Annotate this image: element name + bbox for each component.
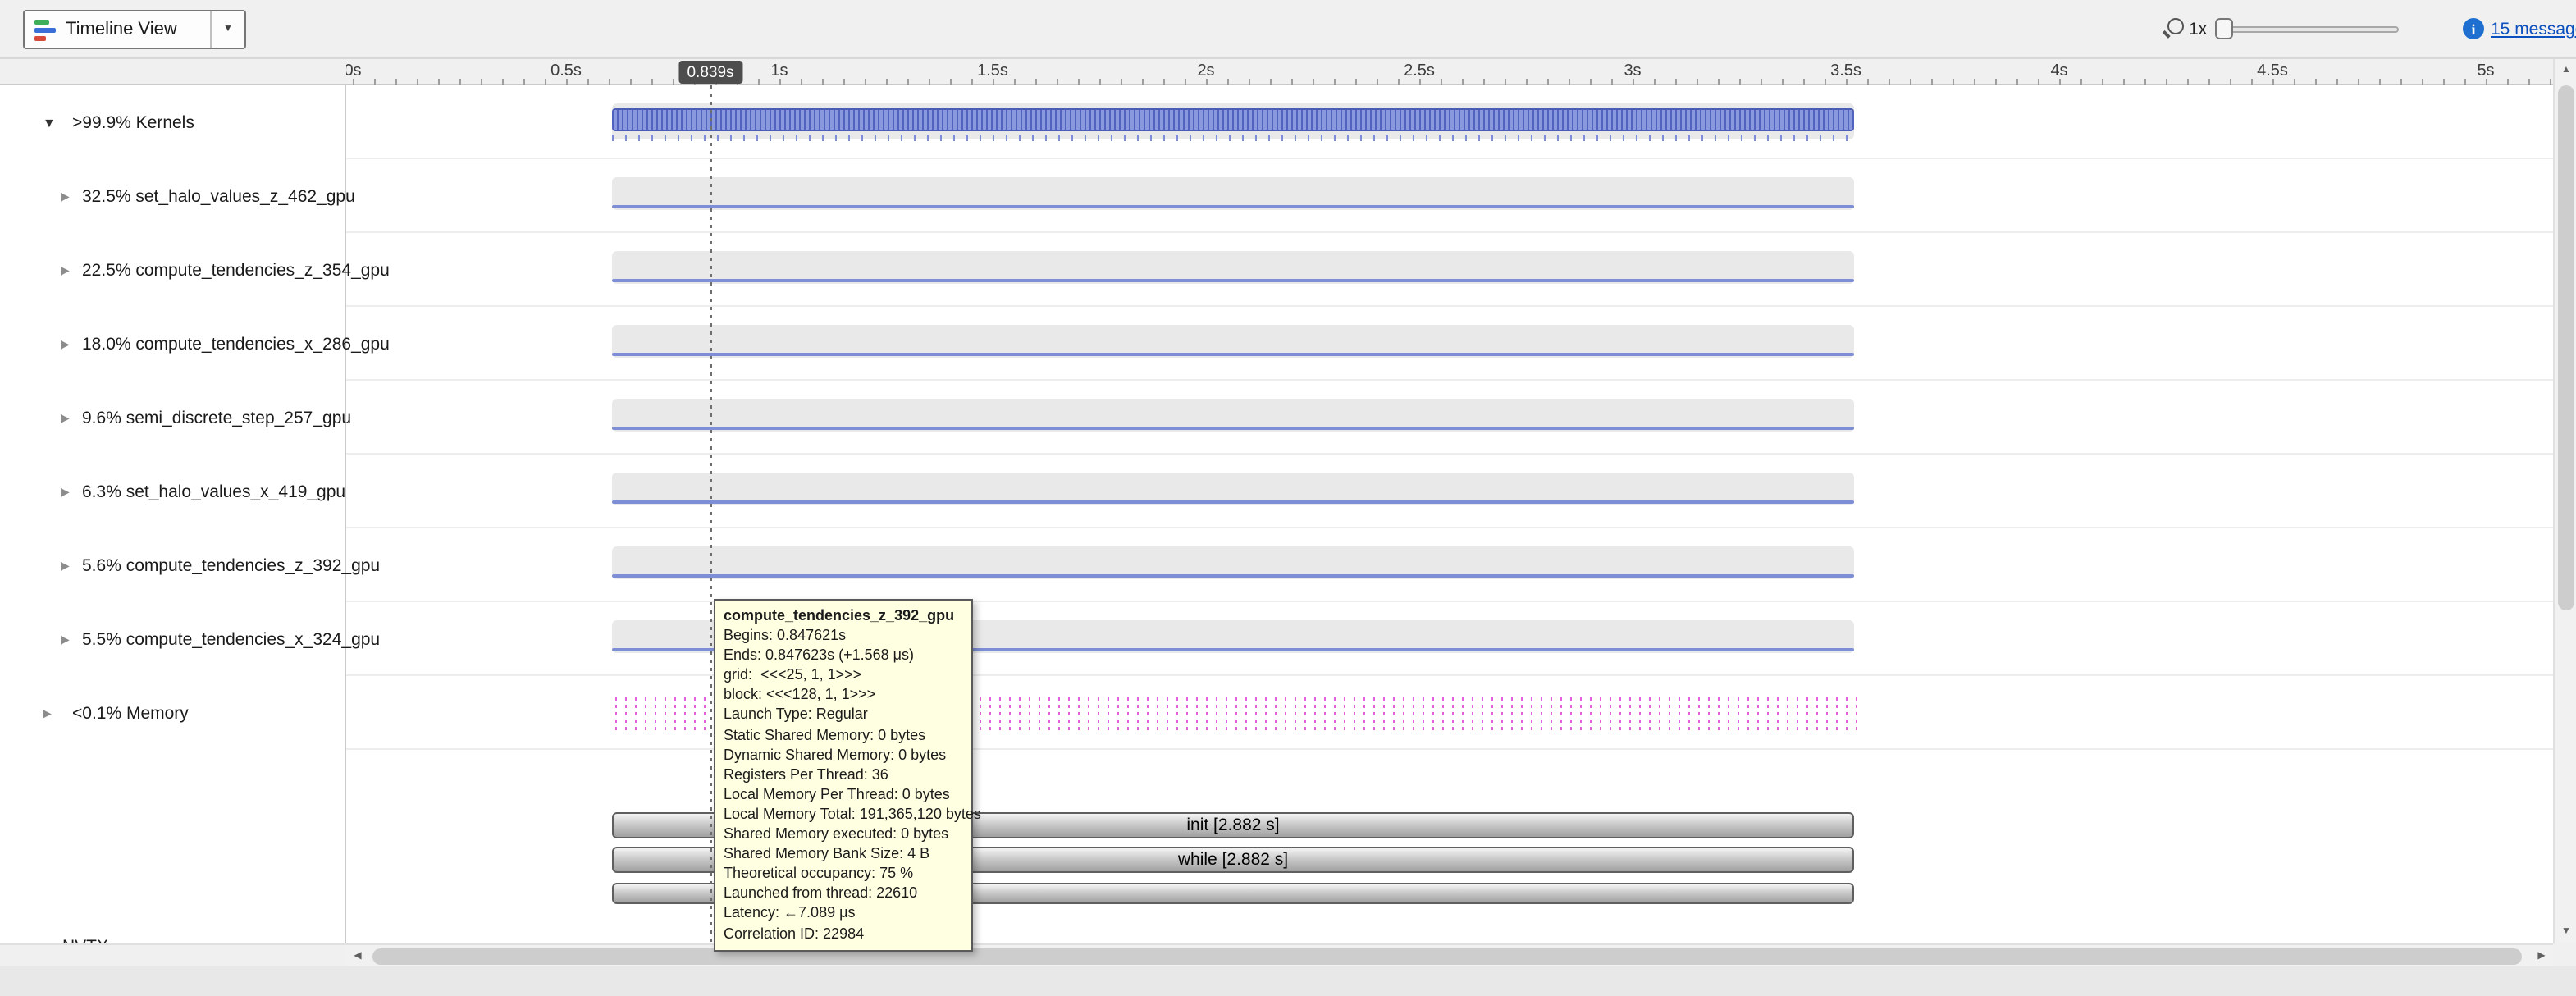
- kernel-row-bar-set-halo-z[interactable]: [612, 177, 1854, 210]
- time-cursor-line: [710, 85, 712, 943]
- tree-collapsed-icon[interactable]: ▶: [61, 190, 70, 203]
- ruler-tick: 5s: [2477, 62, 2494, 80]
- tree-row-label: 6.3% set_halo_values_x_419_gpu: [82, 482, 345, 501]
- tree-collapsed-icon[interactable]: ▶: [61, 485, 70, 498]
- messages-link[interactable]: 15 messages: [2491, 20, 2576, 39]
- tooltip-line: Latency: ←7.089 μs: [724, 903, 963, 923]
- tooltip-line: Correlation ID: 22984: [724, 923, 963, 943]
- tree-row-label: >99.9% Kernels: [72, 112, 194, 132]
- tooltip-line: Shared Memory executed: 0 bytes: [724, 824, 963, 843]
- vertical-scrollbar-thumb[interactable]: [2558, 85, 2574, 610]
- view-selector-dropdown[interactable]: Timeline View ▼: [23, 10, 246, 49]
- magnifier-icon: [2163, 18, 2184, 39]
- scroll-right-button[interactable]: ▶: [2530, 944, 2553, 967]
- tree-expanded-icon[interactable]: ▼: [43, 115, 56, 130]
- nvtx-range-label: init [2.882 s]: [1186, 816, 1279, 835]
- tree-row-label: 5.5% compute_tendencies_x_324_gpu: [82, 629, 380, 649]
- tree-row-label: 5.6% compute_tendencies_z_392_gpu: [82, 555, 380, 575]
- tree-row-label: 32.5% set_halo_values_z_462_gpu: [82, 186, 355, 206]
- tooltip-line: Begins: 0.847621s: [724, 625, 963, 645]
- zoom-level-label: 1x: [2189, 20, 2207, 39]
- tree-row-compute-tend-z392[interactable]: ▶ 5.6% compute_tendencies_z_392_gpu: [0, 528, 346, 602]
- kernels-subticks: [612, 135, 1854, 141]
- tooltip-line: block: <<<128, 1, 1>>>: [724, 685, 963, 705]
- tree-row-label: 22.5% compute_tendencies_z_354_gpu: [82, 260, 390, 280]
- zoom-slider[interactable]: [2215, 26, 2399, 33]
- kernels-activity-bar[interactable]: [612, 108, 1854, 131]
- tree-collapsed-icon[interactable]: ▶: [61, 559, 70, 572]
- timeline-view-icon: [34, 19, 56, 40]
- tooltip-line: Local Memory Total: 191,365,120 bytes: [724, 804, 963, 824]
- tree-row-compute-tend-x324[interactable]: ▶ 5.5% compute_tendencies_x_324_gpu: [0, 602, 346, 676]
- ruler-minor-ticks: [346, 79, 2553, 85]
- ruler-tick: 2s: [1197, 62, 1214, 80]
- tooltip-line: Static Shared Memory: 0 bytes: [724, 724, 963, 744]
- nsight-timeline-window: Timeline View ▼ 1x i 15 messages 0s 0.5s…: [0, 0, 2576, 966]
- time-cursor-badge[interactable]: 0.839s: [678, 61, 742, 84]
- ruler-tick: 4.5s: [2257, 62, 2288, 80]
- ruler-tick: 0s: [346, 62, 362, 80]
- tree-collapsed-icon[interactable]: ▶: [43, 706, 52, 720]
- tree-collapsed-icon[interactable]: ▶: [61, 633, 70, 646]
- horizontal-scrollbar-thumb[interactable]: [372, 948, 2522, 964]
- tooltip-line: Dynamic Shared Memory: 0 bytes: [724, 744, 963, 764]
- scroll-left-button[interactable]: ◀: [346, 944, 369, 967]
- nvtx-range-label: while [2.882 s]: [1178, 850, 1288, 870]
- view-selector-label: Timeline View: [66, 20, 210, 39]
- kernel-row-bar-compute-tend-z392[interactable]: [612, 546, 1854, 579]
- zoom-slider-thumb[interactable]: [2215, 18, 2233, 39]
- kernel-row-bar-semi-discrete[interactable]: [612, 399, 1854, 432]
- scrollbar-corner: [2553, 943, 2576, 966]
- scroll-down-button[interactable]: ▼: [2555, 920, 2576, 943]
- ruler-tick: 2.5s: [1404, 62, 1435, 80]
- kernel-tooltip: compute_tendencies_z_392_gpu Begins: 0.8…: [714, 599, 973, 951]
- tooltip-title: compute_tendencies_z_392_gpu: [724, 605, 963, 625]
- kernel-row-bar-compute-tend-z354[interactable]: [612, 251, 1854, 284]
- tooltip-line: Ends: 0.847623s (+1.568 μs): [724, 645, 963, 665]
- ruler-tick: 0.5s: [550, 62, 582, 80]
- tooltip-line: Local Memory Per Thread: 0 bytes: [724, 784, 963, 804]
- ruler-tick: 1.5s: [977, 62, 1008, 80]
- tree-row-set-halo-z[interactable]: ▶ 32.5% set_halo_values_z_462_gpu: [0, 159, 346, 233]
- vertical-scrollbar[interactable]: ▲ ▼: [2553, 59, 2576, 943]
- ruler-tick: 3s: [1624, 62, 1641, 80]
- tree-row-memory[interactable]: ▶ <0.1% Memory: [0, 676, 346, 750]
- tree-collapsed-icon[interactable]: ▶: [61, 411, 70, 424]
- tree-collapsed-icon[interactable]: ▶: [61, 337, 70, 350]
- info-icon[interactable]: i: [2463, 18, 2484, 39]
- tooltip-line: Launch Type: Regular: [724, 705, 963, 724]
- chevron-down-icon[interactable]: ▼: [210, 11, 244, 48]
- tree-row-compute-tend-z354[interactable]: ▶ 22.5% compute_tendencies_z_354_gpu: [0, 233, 346, 307]
- tree-row-kernels[interactable]: ▼ >99.9% Kernels: [0, 85, 346, 159]
- row-tree-panel: ▼ >99.9% Kernels ▶ 32.5% set_halo_values…: [0, 85, 346, 943]
- tree-row-set-halo-x[interactable]: ▶ 6.3% set_halo_values_x_419_gpu: [0, 455, 346, 528]
- tree-row-label: 18.0% compute_tendencies_x_286_gpu: [82, 334, 390, 354]
- tooltip-line: grid: <<<25, 1, 1>>>: [724, 665, 963, 685]
- tooltip-line: Launched from thread: 22610: [724, 884, 963, 903]
- tree-collapsed-icon[interactable]: ▶: [61, 263, 70, 276]
- scroll-up-button[interactable]: ▲: [2555, 59, 2576, 82]
- toolbar: Timeline View ▼ 1x i 15 messages: [0, 0, 2576, 59]
- tree-row-label: <0.1% Memory: [72, 703, 189, 723]
- kernel-row-bar-compute-tend-x286[interactable]: [612, 325, 1854, 358]
- ruler-tick: 1s: [770, 62, 788, 80]
- tooltip-line: Shared Memory Bank Size: 4 B: [724, 843, 963, 863]
- horizontal-scrollbar[interactable]: ◀ ▶: [346, 943, 2553, 966]
- ruler-tick: 3.5s: [1830, 62, 1861, 80]
- timeline-ruler[interactable]: 0s 0.5s 1s 1.5s 2s 2.5s 3s 3.5s 4s 4.5s …: [346, 59, 2553, 85]
- ruler-tick: 4s: [2050, 62, 2067, 80]
- tooltip-line: Theoretical occupancy: 75 %: [724, 863, 963, 883]
- bottom-left-filler: [0, 943, 346, 966]
- kernel-row-bar-set-halo-x[interactable]: [612, 473, 1854, 505]
- tree-row-semi-discrete[interactable]: ▶ 9.6% semi_discrete_step_257_gpu: [0, 381, 346, 455]
- tree-row-compute-tend-x286[interactable]: ▶ 18.0% compute_tendencies_x_286_gpu: [0, 307, 346, 381]
- tree-row-label: 9.6% semi_discrete_step_257_gpu: [82, 408, 351, 427]
- tooltip-line: Registers Per Thread: 36: [724, 765, 963, 784]
